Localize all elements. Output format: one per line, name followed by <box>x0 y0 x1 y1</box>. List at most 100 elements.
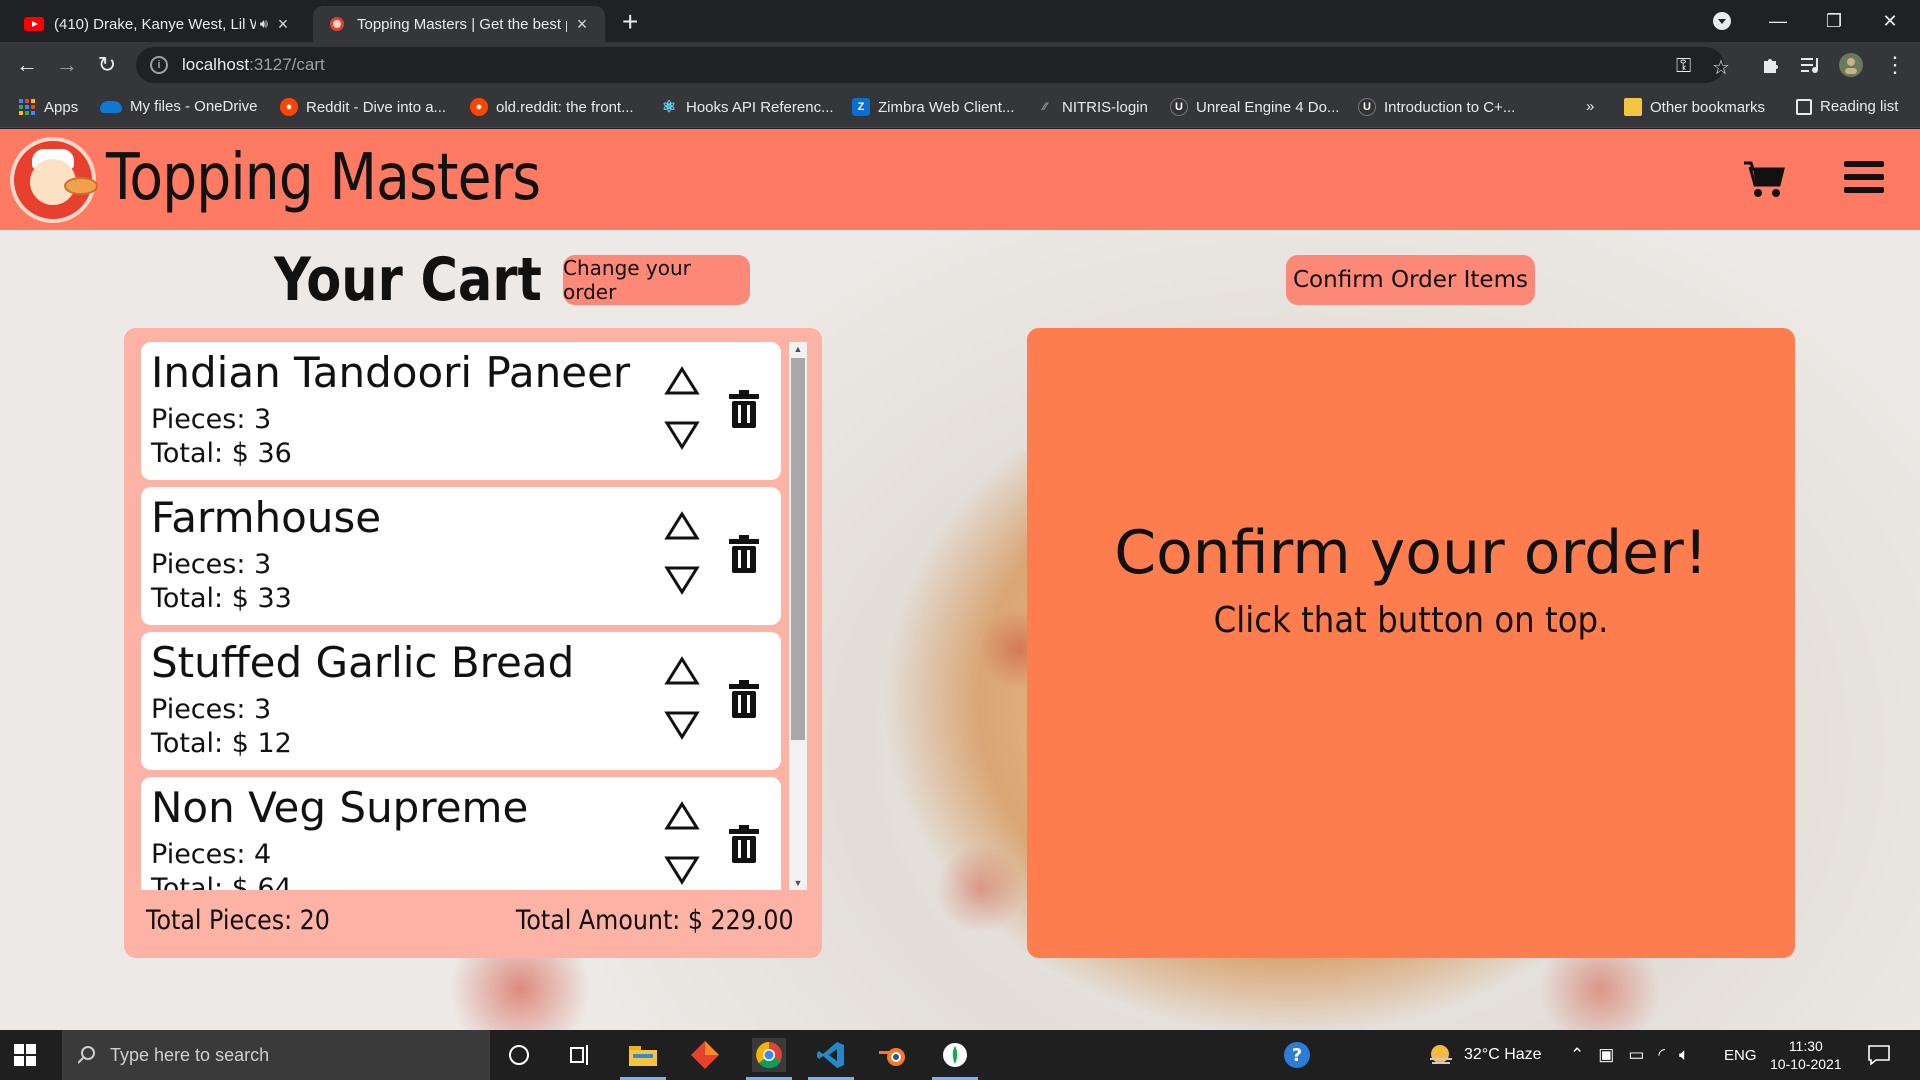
chrome-icon[interactable] <box>746 1038 792 1080</box>
system-tray-icons[interactable]: ⌃ ▣ ▭ ◜ 🔈︎ <box>1570 1030 1689 1080</box>
scroll-up-arrow-icon[interactable]: ▲ <box>789 342 807 356</box>
close-icon[interactable]: × <box>274 14 292 35</box>
increase-arrow-icon[interactable] <box>664 511 700 541</box>
bookmark-onedrive[interactable]: My files - OneDrive <box>100 98 258 115</box>
brand-title[interactable]: Topping Masters <box>106 141 541 215</box>
confirm-order-items-button[interactable]: Confirm Order Items <box>1286 255 1535 305</box>
weather-widget[interactable]: 32°C Haze <box>1428 1030 1542 1080</box>
item-pieces: Pieces: 4 <box>151 839 272 870</box>
cart-scrollbar[interactable]: ▲ ▼ <box>789 342 807 890</box>
increase-arrow-icon[interactable] <box>664 801 700 831</box>
trash-icon[interactable] <box>727 680 761 718</box>
trash-icon[interactable] <box>727 390 761 428</box>
url-host: localhost <box>182 55 250 74</box>
hamburger-menu-icon[interactable] <box>1844 159 1884 195</box>
bookmark-unreal[interactable]: U Unreal Engine 4 Do... <box>1170 98 1339 116</box>
new-tab-button[interactable]: + <box>622 8 638 36</box>
reading-list[interactable]: Reading list <box>1796 98 1898 115</box>
bookmark-label: Introduction to C+... <box>1384 98 1516 116</box>
vscode-icon[interactable] <box>808 1038 854 1080</box>
back-button[interactable]: ← <box>12 50 42 80</box>
onedrive-icon <box>100 100 122 113</box>
close-icon[interactable]: × <box>573 14 591 35</box>
taskbar-search[interactable]: Type here to search <box>62 1030 490 1080</box>
apps-grid-icon <box>19 99 35 115</box>
bookmark-zimbra[interactable]: Z Zimbra Web Client... <box>852 98 1014 116</box>
star-icon[interactable]: ☆ <box>1712 55 1730 80</box>
key-icon[interactable]: ⚿ <box>1676 55 1691 78</box>
weather-text: 32°C Haze <box>1464 1046 1542 1063</box>
address-bar[interactable]: i localhost:3127/cart ⚿ ☆ <box>136 47 1730 83</box>
app-diamond-icon[interactable] <box>688 1038 722 1072</box>
mongodb-compass-icon[interactable] <box>932 1038 978 1080</box>
restore-button[interactable]: ❐ <box>1806 0 1862 42</box>
other-bookmarks[interactable]: Other bookmarks <box>1624 98 1765 116</box>
increase-arrow-icon[interactable] <box>664 656 700 686</box>
scroll-thumb[interactable] <box>791 358 805 740</box>
bookmark-apps[interactable]: Apps <box>18 98 78 116</box>
cart-item: Stuffed Garlic Bread Pieces: 3 Total: $ … <box>141 632 781 770</box>
bookmark-label: Zimbra Web Client... <box>878 98 1015 116</box>
total-pieces: Total Pieces: 20 <box>146 905 330 936</box>
bookmark-nitris[interactable]: ∕∕ NITRIS-login <box>1036 98 1148 116</box>
battery-icon[interactable]: ▭ <box>1628 1045 1644 1065</box>
close-window-button[interactable]: ✕ <box>1862 0 1918 42</box>
trash-icon[interactable] <box>727 825 761 863</box>
tab-youtube[interactable]: (410) Drake, Kanye West, Lil W 🔊︎ × <box>10 6 306 42</box>
increase-arrow-icon[interactable] <box>664 366 700 396</box>
bookmark-old-reddit[interactable]: ● old.reddit: the front... <box>470 98 634 116</box>
media-queue-icon[interactable] <box>1796 50 1826 80</box>
chevron-up-icon[interactable]: ⌃ <box>1570 1045 1584 1065</box>
task-view-icon[interactable] <box>564 1038 598 1072</box>
item-name: Indian Tandoori Paneer <box>151 348 631 397</box>
item-total: Total: $ 12 <box>151 728 292 759</box>
language-indicator[interactable]: ENG <box>1724 1030 1757 1080</box>
cart-icon[interactable] <box>1742 157 1786 201</box>
decrease-arrow-icon[interactable] <box>664 420 700 450</box>
svg-text:?: ? <box>1292 1045 1302 1066</box>
extensions-icon[interactable] <box>1756 50 1786 80</box>
cart-item-list[interactable]: Indian Tandoori Paneer Pieces: 3 Total: … <box>141 342 789 890</box>
clock[interactable]: 11:30 10-10-2021 <box>1770 1030 1842 1080</box>
confirm-panel: Confirm your order! Click that button on… <box>1027 328 1795 958</box>
file-explorer-icon[interactable] <box>620 1038 666 1080</box>
minimize-button[interactable]: — <box>1750 0 1806 42</box>
url-path: :3127/cart <box>249 55 325 74</box>
search-placeholder: Type here to search <box>110 1044 270 1065</box>
more-menu-icon[interactable]: ⋮ <box>1880 50 1910 80</box>
bookmarks-overflow[interactable]: » <box>1586 98 1594 115</box>
bookmark-label: Apps <box>44 98 79 116</box>
info-icon[interactable]: i <box>150 56 168 74</box>
wifi-icon[interactable]: ◜ <box>1658 1045 1665 1065</box>
cortana-icon[interactable] <box>502 1038 536 1072</box>
bookmark-hooks-api[interactable]: ⚛ Hooks API Referenc... <box>660 98 834 117</box>
pizza-icon <box>330 17 344 31</box>
trash-icon[interactable] <box>727 535 761 573</box>
decrease-arrow-icon[interactable] <box>664 855 700 885</box>
device-icon[interactable]: ▣ <box>1598 1045 1614 1065</box>
windows-start-icon[interactable] <box>14 1044 36 1066</box>
chef-logo-icon[interactable] <box>10 137 98 223</box>
clock-time: 11:30 <box>1788 1038 1823 1054</box>
bookmark-reddit[interactable]: ● Reddit - Dive into a... <box>280 98 446 116</box>
tab-topping-masters[interactable]: Topping Masters | Get the best pi × <box>313 6 605 42</box>
speaker-icon[interactable]: 🔊︎ <box>260 16 268 32</box>
bookmark-intro-cpp[interactable]: U Introduction to C+... <box>1358 98 1515 116</box>
blender-icon[interactable] <box>876 1038 910 1072</box>
item-total: Total: $ 64 <box>151 873 292 890</box>
unreal-icon: U <box>1358 98 1376 116</box>
help-icon[interactable]: ? <box>1280 1038 1314 1072</box>
scroll-down-arrow-icon[interactable]: ▼ <box>789 876 807 890</box>
item-pieces: Pieces: 3 <box>151 549 272 580</box>
notifications-icon[interactable] <box>1868 1030 1890 1080</box>
forward-button[interactable]: → <box>52 50 82 80</box>
reload-button[interactable]: ↻ <box>92 50 122 80</box>
change-order-button[interactable]: Change your order <box>563 255 750 305</box>
volume-icon[interactable]: 🔈︎ <box>1679 1045 1689 1065</box>
decrease-arrow-icon[interactable] <box>664 565 700 595</box>
tab-search-icon[interactable] <box>1694 0 1750 42</box>
profile-avatar[interactable] <box>1836 50 1866 80</box>
decrease-arrow-icon[interactable] <box>664 710 700 740</box>
bookmark-label: Reddit - Dive into a... <box>306 98 447 116</box>
confirm-heading: Confirm your order! <box>1114 518 1708 588</box>
